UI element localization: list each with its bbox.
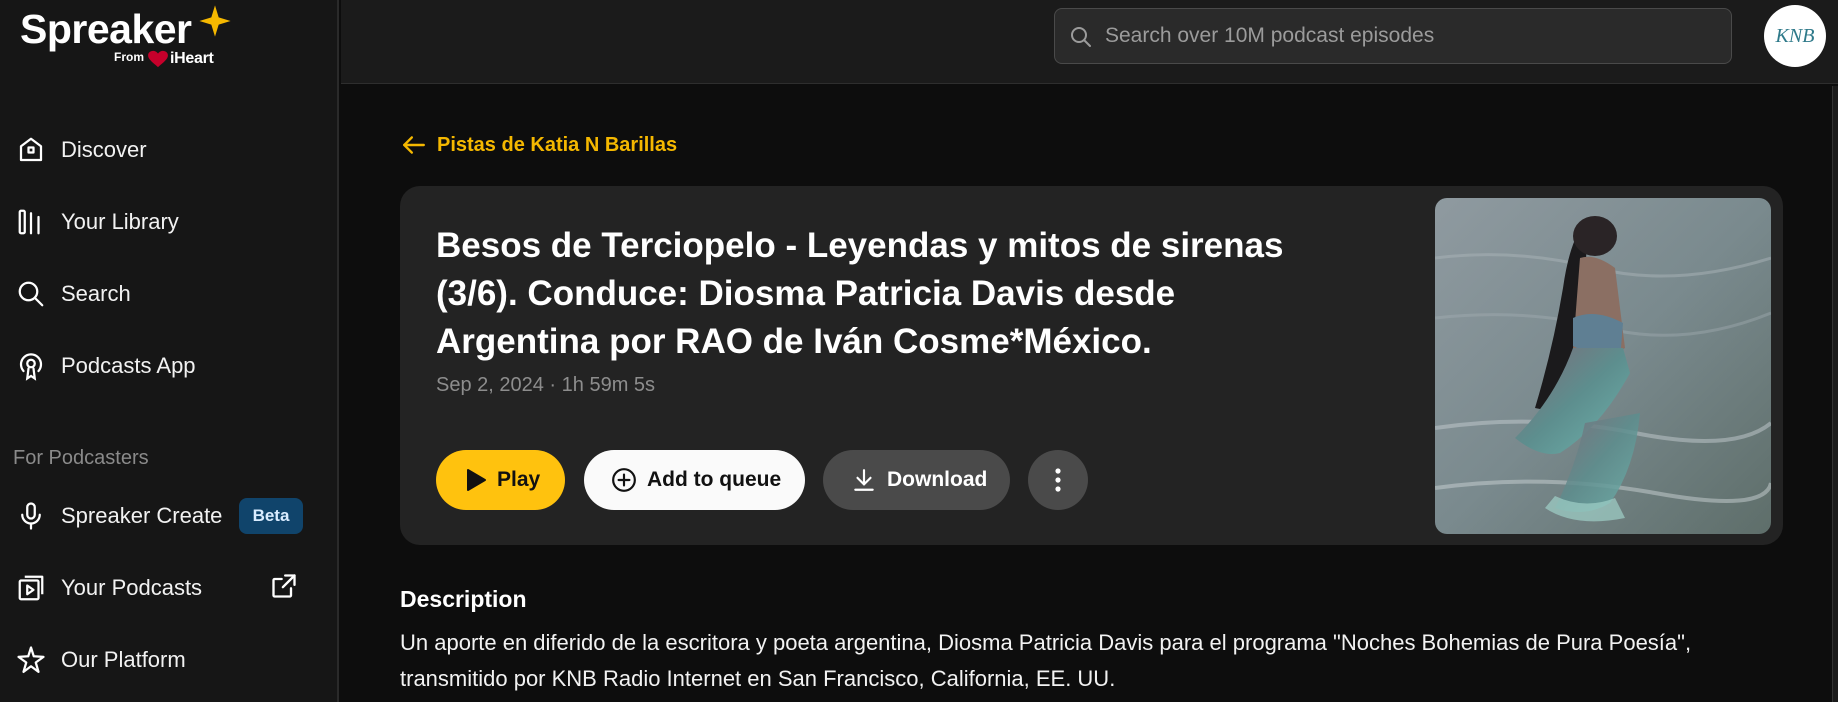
platform-star-icon	[14, 643, 48, 677]
back-link[interactable]: Pistas de Katia N Barillas	[401, 132, 677, 158]
sidebar-item-discover[interactable]: Discover	[0, 122, 339, 178]
plus-circle-icon	[612, 468, 636, 492]
mermaid-photo	[1435, 198, 1771, 534]
download-label: Download	[887, 468, 988, 491]
spreaker-logo[interactable]: Spreaker From iHeart	[20, 5, 240, 68]
sidebar-item-label: Your Podcasts	[61, 575, 203, 600]
add-to-queue-label: Add to queue	[647, 468, 782, 491]
sidebar-item-our-platform[interactable]: Our Platform	[0, 632, 339, 688]
user-avatar[interactable]: KNB	[1764, 5, 1826, 67]
sidebar-item-search[interactable]: Search	[0, 266, 339, 322]
logo-partner: iHeart	[170, 50, 214, 67]
beta-badge: Beta	[239, 498, 303, 534]
logo-wordmark: Spreaker	[20, 6, 192, 52]
logo-star-icon	[199, 5, 231, 37]
episode-title: Besos de Terciopelo - Leyendas y mitos d…	[436, 226, 1284, 361]
play-label: Play	[497, 468, 541, 491]
episode-meta: Sep 2, 2024 · 1h 59m 5s	[436, 374, 656, 396]
play-icon	[467, 469, 486, 491]
sidebar-item-label: Our Platform	[61, 647, 186, 672]
add-to-queue-button[interactable]: Add to queue	[584, 450, 805, 510]
search-bar[interactable]	[1054, 8, 1732, 64]
sidebar-item-label: Search	[61, 281, 131, 306]
logo-from-label: From	[114, 50, 144, 64]
sidebar-item-label: Your Library	[61, 209, 179, 234]
sidebar: Spreaker From iHeart Discover Your Libra…	[0, 0, 339, 702]
iheart-icon	[148, 50, 168, 68]
microphone-icon	[14, 499, 48, 533]
description-text: Un aporte en diferido de la escritora y …	[400, 630, 1692, 691]
download-icon	[854, 469, 874, 491]
episode-card: Besos de Terciopelo - Leyendas y mitos d…	[400, 186, 1783, 545]
description-heading: Description	[400, 586, 527, 612]
search-input[interactable]	[1105, 21, 1705, 51]
external-link-icon[interactable]	[270, 572, 298, 600]
download-button[interactable]: Download	[823, 450, 1010, 510]
library-icon	[14, 205, 48, 239]
scrollbar-track[interactable]	[1832, 86, 1838, 702]
back-link-label: Pistas de Katia N Barillas	[437, 133, 678, 156]
more-vertical-icon	[1055, 468, 1061, 492]
sidebar-item-podcasts-app[interactable]: Podcasts App	[0, 338, 339, 394]
search-icon	[1071, 27, 1091, 47]
sidebar-item-label: Discover	[61, 137, 147, 162]
for-podcasters-heading: For Podcasters	[13, 447, 149, 469]
avatar-logo-text: KNB	[1775, 24, 1815, 47]
episode-cover-image	[1435, 198, 1771, 534]
your-podcasts-icon	[14, 571, 48, 605]
arrow-left-icon	[403, 136, 425, 154]
more-options-button[interactable]	[1028, 450, 1088, 510]
top-bar	[341, 0, 1838, 84]
discover-icon	[14, 133, 48, 167]
podcasts-app-icon	[14, 349, 48, 383]
search-icon	[14, 277, 48, 311]
sidebar-item-label: Spreaker Create	[61, 503, 223, 528]
play-button[interactable]: Play	[436, 450, 565, 510]
sidebar-item-label: Podcasts App	[61, 353, 196, 378]
sidebar-item-your-library[interactable]: Your Library	[0, 194, 339, 250]
